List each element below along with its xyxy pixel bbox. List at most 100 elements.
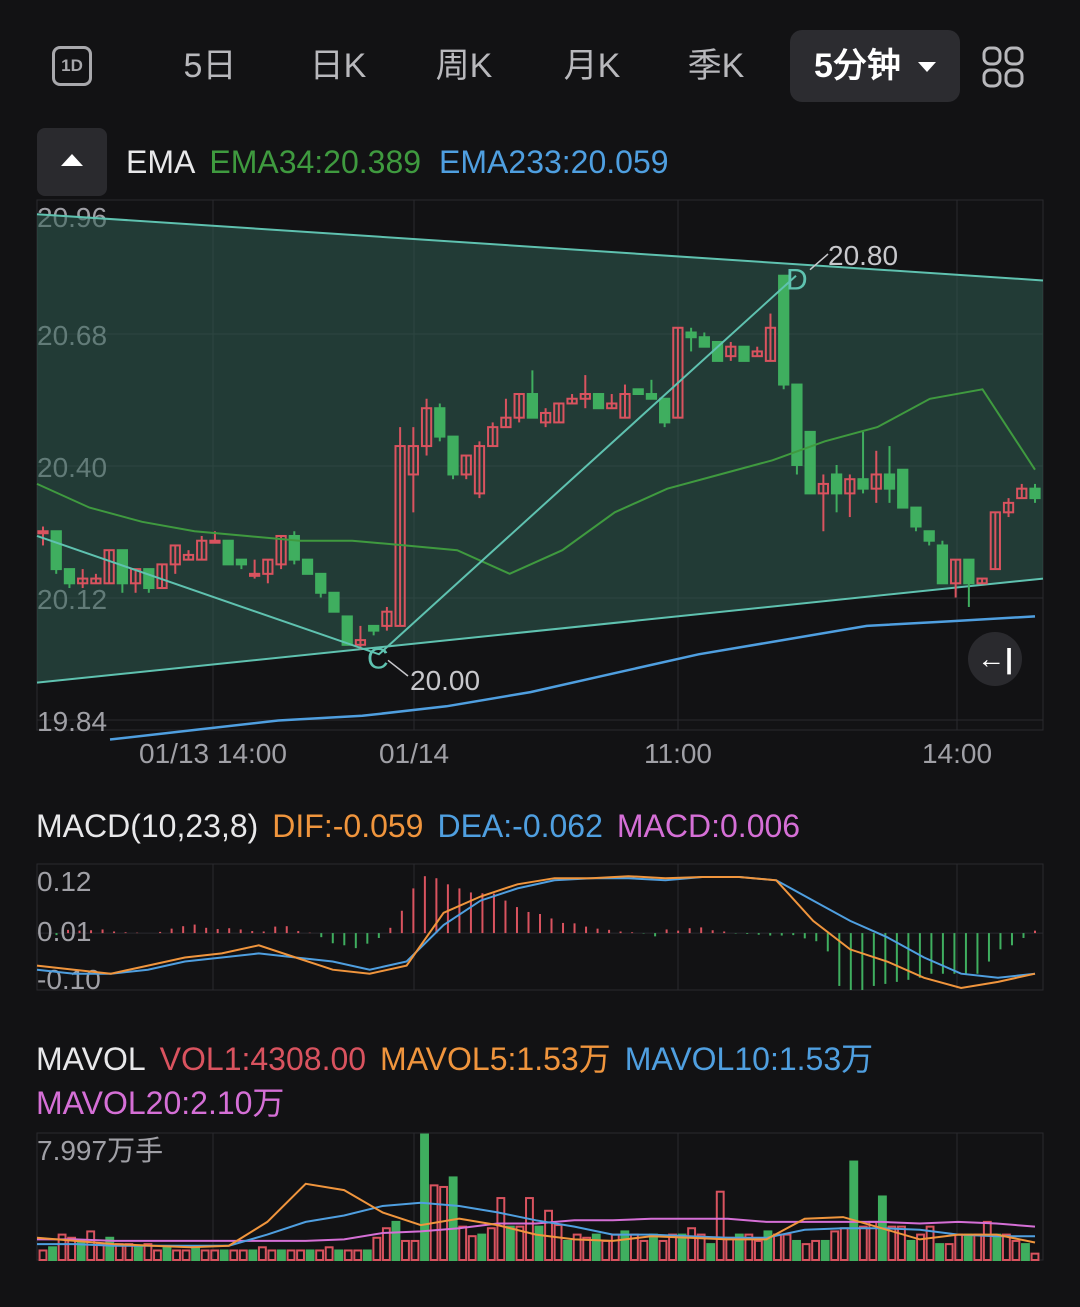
scroll-to-latest-button[interactable]: ←| (968, 632, 1022, 686)
volume-bar (410, 1239, 420, 1262)
candle-body (923, 530, 935, 542)
candle-body (592, 393, 605, 410)
candle-body (50, 530, 62, 571)
volume-bar (553, 1224, 563, 1261)
volume-bar (591, 1233, 601, 1261)
volume-bar (849, 1160, 859, 1262)
candle-body (341, 615, 353, 646)
volume-bar (48, 1246, 57, 1262)
candle-body (209, 539, 221, 544)
candle-body (143, 568, 155, 590)
volume-bar (992, 1233, 1002, 1261)
volume-bar (477, 1233, 487, 1261)
point-c-leader (387, 659, 409, 677)
volume-bar (362, 1249, 372, 1262)
volume-bar (801, 1243, 811, 1261)
volume-bar (458, 1225, 468, 1262)
volume-bar (601, 1239, 611, 1262)
volume-bar (334, 1249, 344, 1262)
x-tick-label: 14:00 (922, 738, 992, 769)
volume-bar (1001, 1233, 1011, 1261)
macd-y-tick-label: 0.01 (37, 916, 92, 947)
volume-bar (944, 1243, 954, 1261)
candle-body (632, 388, 644, 396)
volume-bar (296, 1249, 305, 1262)
volume-bar (582, 1236, 592, 1261)
volume-bar (525, 1197, 534, 1262)
candle-body (222, 539, 234, 566)
vol-y-tick-label: 7.997万手 (37, 1135, 163, 1166)
volume-bar (610, 1233, 620, 1261)
macd-y-tick-label: 0.12 (37, 866, 92, 897)
volume-bar (191, 1246, 201, 1262)
volume-bar (639, 1239, 649, 1262)
volume-bar (649, 1233, 658, 1261)
volume-bar (95, 1243, 105, 1261)
candle-body (368, 624, 380, 632)
volume-bar (811, 1239, 821, 1262)
volume-bar (420, 1133, 429, 1261)
volume-bar (238, 1249, 248, 1262)
volume-bar (229, 1249, 239, 1262)
point-d-marker: D (786, 264, 808, 297)
candle-body (315, 572, 327, 594)
candle-body (63, 568, 76, 585)
volume-bar (324, 1246, 334, 1262)
volume-bar (563, 1239, 573, 1262)
volume-bar (973, 1233, 983, 1261)
candle-body (301, 558, 314, 575)
volume-bar (401, 1239, 410, 1262)
candle-body (936, 544, 949, 585)
volume-bar (1011, 1239, 1021, 1262)
volume-bar (763, 1230, 773, 1262)
candle-body (248, 572, 261, 577)
volume-bar (353, 1249, 363, 1262)
x-tick-label: 01/14 (379, 738, 449, 769)
candle-body (526, 393, 539, 419)
point-c-value: 20.00 (410, 665, 480, 696)
volume-bar (753, 1239, 763, 1262)
volume-bar (935, 1243, 945, 1261)
volume-bar (257, 1246, 267, 1262)
candle-body (659, 397, 671, 424)
volume-bar (210, 1249, 220, 1262)
volume-bar (687, 1227, 697, 1261)
volume-bar (897, 1225, 906, 1262)
candle-body (434, 407, 446, 438)
volume-bar (162, 1246, 172, 1262)
volume-bar (305, 1249, 315, 1262)
volume-bar (267, 1249, 277, 1262)
volume-bar (372, 1236, 382, 1261)
volume-bar (792, 1239, 801, 1262)
volume-bar (858, 1225, 868, 1262)
candle-body (698, 336, 710, 348)
candle-body (447, 435, 459, 476)
candle-body (1029, 487, 1041, 500)
volume-bar (839, 1227, 849, 1261)
candle-body (910, 506, 922, 528)
volume-bar (906, 1239, 916, 1262)
point-d-value: 20.80 (828, 240, 898, 271)
volume-bar (1030, 1252, 1040, 1261)
x-tick-label: 01/13 14:00 (139, 738, 287, 769)
y-tick-label: 19.84 (37, 706, 107, 737)
volume-bar (773, 1233, 782, 1261)
candle-body (738, 345, 750, 362)
volume-bar (830, 1230, 840, 1262)
volume-bar (1021, 1243, 1030, 1261)
volume-bar (534, 1225, 544, 1262)
candle-body (37, 530, 49, 535)
volume-bar (343, 1249, 353, 1262)
chart-canvas: 20.9620.6820.4020.1219.84C20.00D20.8001/… (36, 199, 1044, 1262)
volume-bar (172, 1249, 181, 1262)
volume-bar (248, 1249, 258, 1262)
candle-body (328, 591, 340, 613)
volume-bar (181, 1249, 191, 1262)
volume-bar (38, 1249, 48, 1262)
volume-bar (982, 1220, 992, 1262)
candle-body (897, 468, 909, 509)
candle-body (645, 393, 658, 400)
volume-bar (668, 1233, 677, 1261)
volume-bar (439, 1185, 449, 1262)
x-tick-label: 11:00 (644, 738, 712, 769)
